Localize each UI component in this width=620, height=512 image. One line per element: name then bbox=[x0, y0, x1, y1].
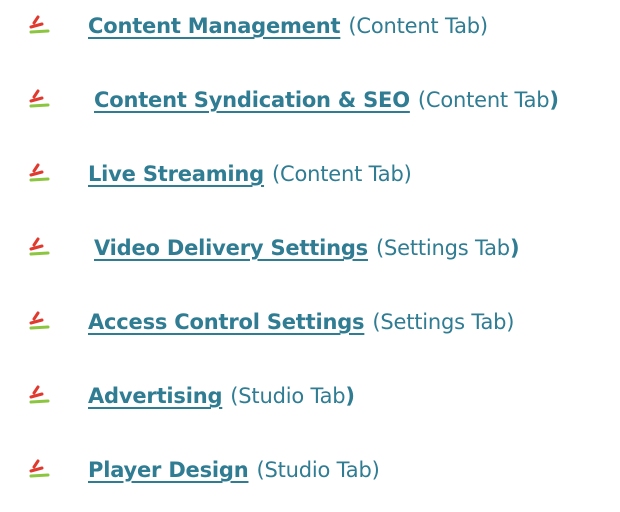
bullet-icon bbox=[28, 15, 52, 37]
bullet-icon bbox=[28, 89, 52, 111]
link-list: Content Management (Content Tab) Content… bbox=[0, 0, 620, 512]
list-item: Live Streaming (Content Tab) bbox=[28, 154, 412, 194]
tab-label: (Studio Tab) bbox=[256, 458, 380, 482]
content-management-link[interactable]: Content Management bbox=[88, 14, 341, 38]
bullet-icon bbox=[28, 237, 52, 259]
tab-label: (Content Tab) bbox=[348, 14, 488, 38]
player-design-link[interactable]: Player Design bbox=[88, 458, 249, 482]
advertising-link[interactable]: Advertising bbox=[88, 384, 222, 408]
bullet-icon bbox=[28, 385, 52, 407]
tab-label: (Studio Tab) bbox=[230, 384, 355, 408]
bullet-icon bbox=[28, 459, 52, 481]
bullet-icon bbox=[28, 163, 52, 185]
video-delivery-settings-link[interactable]: Video Delivery Settings bbox=[94, 236, 368, 260]
live-streaming-link[interactable]: Live Streaming bbox=[88, 162, 264, 186]
list-item: Video Delivery Settings (Settings Tab) bbox=[28, 228, 520, 268]
content-syndication-seo-link[interactable]: Content Syndication & SEO bbox=[94, 88, 410, 112]
bullet-icon bbox=[28, 311, 52, 333]
list-item: Content Management (Content Tab) bbox=[28, 6, 488, 46]
tab-label: (Settings Tab) bbox=[375, 236, 520, 260]
tab-label: (Content Tab) bbox=[417, 88, 559, 112]
tab-label: (Settings Tab) bbox=[372, 310, 515, 334]
list-item: Player Design (Studio Tab) bbox=[28, 450, 380, 490]
access-control-settings-link[interactable]: Access Control Settings bbox=[88, 310, 365, 334]
list-item: Advertising (Studio Tab) bbox=[28, 376, 355, 416]
list-item: Access Control Settings (Settings Tab) bbox=[28, 302, 515, 342]
tab-label: (Content Tab) bbox=[272, 162, 412, 186]
list-item: Content Syndication & SEO (Content Tab) bbox=[28, 80, 559, 120]
